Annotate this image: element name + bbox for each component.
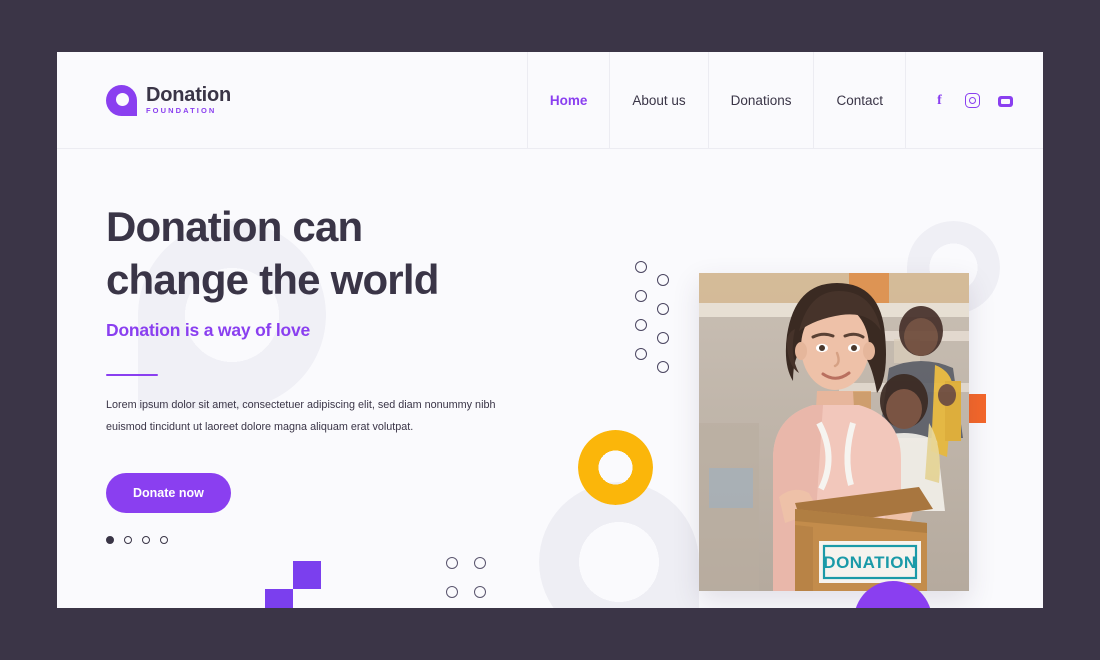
- brand-logo[interactable]: Donation FOUNDATION: [106, 84, 231, 116]
- nav-item-about-us[interactable]: About us: [609, 52, 707, 149]
- nav-item-home[interactable]: Home: [526, 52, 610, 149]
- decorative-dot-grid: [635, 261, 679, 376]
- social-links: f: [905, 52, 1043, 149]
- brand-tagline: FOUNDATION: [146, 106, 217, 116]
- donation-drop-logo-icon: [106, 84, 137, 116]
- nav-item-donations[interactable]: Donations: [707, 52, 814, 149]
- hero-subtitle: Donation is a way of love: [106, 319, 311, 340]
- donate-now-button[interactable]: Donate now: [106, 472, 231, 513]
- email-icon[interactable]: [998, 95, 1013, 107]
- brand-text: Donation FOUNDATION: [146, 85, 231, 115]
- carousel-dot-1[interactable]: [106, 535, 114, 544]
- headline-line-1: Donation can: [106, 203, 363, 250]
- facebook-icon[interactable]: f: [932, 93, 947, 108]
- page-card: Donation FOUNDATION Home About us Donati…: [57, 52, 1043, 608]
- carousel-pagination: [106, 535, 526, 544]
- site-header: Donation FOUNDATION Home About us Donati…: [57, 52, 1043, 149]
- decorative-dots-2x2: [446, 557, 488, 599]
- carousel-dot-4[interactable]: [160, 535, 168, 544]
- page-title: Donation can change the world: [106, 201, 526, 307]
- decorative-purple-square-2: [265, 589, 293, 608]
- svg-text:DONATION: DONATION: [823, 553, 916, 572]
- decorative-yellow-ring: [578, 430, 653, 505]
- headline-line-2: change the world: [106, 255, 439, 303]
- main-navigation: Home About us Donations Contact f: [526, 52, 1043, 149]
- carousel-dot-2[interactable]: [124, 535, 132, 544]
- hero-copy: Donation can change the world Donation i…: [106, 201, 526, 544]
- decorative-purple-square-1: [293, 561, 321, 589]
- nav-item-contact[interactable]: Contact: [813, 52, 905, 149]
- instagram-icon[interactable]: [965, 92, 980, 108]
- brand-name: Donation: [146, 84, 232, 107]
- hero-photo: DONATION: [699, 273, 969, 591]
- hero-photo-illustration: DONATION: [699, 273, 969, 591]
- divider: [106, 373, 158, 377]
- carousel-dot-3[interactable]: [142, 535, 150, 544]
- hero-body-text: Lorem ipsum dolor sit amet, consectetuer…: [106, 399, 496, 433]
- hero-section: Donation can change the world Donation i…: [57, 149, 1043, 608]
